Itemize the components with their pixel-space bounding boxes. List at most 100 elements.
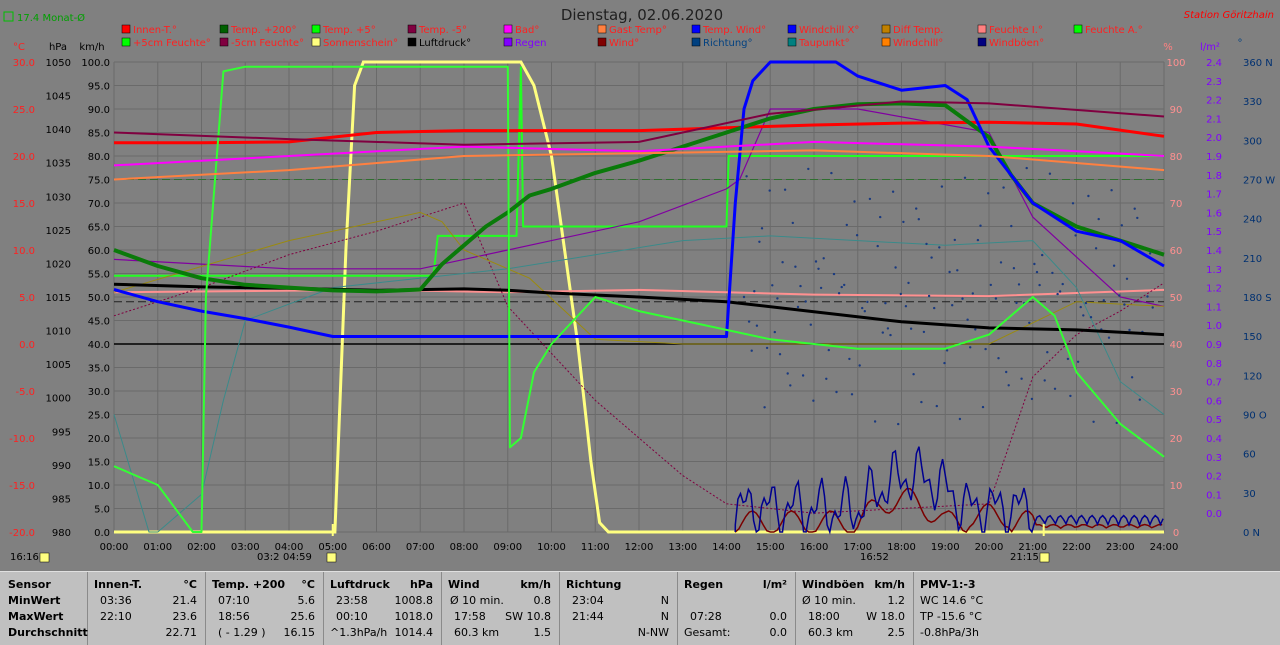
- direction-point: [768, 189, 771, 192]
- stats-boeen-max: W 18.0: [866, 610, 905, 623]
- legend-swatch: [311, 24, 321, 34]
- stats-richtung-avg: N-NW: [637, 626, 669, 639]
- direction-tick: 0 N: [1243, 528, 1260, 539]
- direction-point: [814, 260, 818, 263]
- legend-label: Temp. Wind°: [702, 25, 766, 36]
- direction-tick: 90 O: [1243, 411, 1267, 422]
- rain-tick: 1.1: [1206, 302, 1222, 313]
- direction-point: [917, 218, 920, 221]
- legend-swatch: [121, 24, 131, 34]
- legend-swatch: [597, 24, 607, 34]
- wind-tick: 50.0: [88, 293, 110, 304]
- stats-regen-total-label: Gesamt:: [684, 626, 731, 639]
- legend-label: Windchill°: [893, 38, 943, 49]
- direction-point: [837, 292, 841, 295]
- legend-swatch: [219, 37, 229, 47]
- pressure-tick: 990: [52, 461, 71, 472]
- stats-pmv-wc: WC 14.6 °C: [920, 594, 984, 607]
- direction-point: [747, 320, 751, 323]
- legend-swatch: [787, 24, 797, 34]
- rain-tick: 0.8: [1206, 359, 1222, 370]
- stats-regen-total: 0.0: [769, 626, 788, 639]
- sun-icon: [326, 552, 337, 563]
- stats-temp-avg-note: ( - 1.29 ): [218, 626, 266, 639]
- direction-point: [1097, 217, 1100, 221]
- humidity-tick: 90: [1170, 105, 1183, 116]
- rain-tick: 2.3: [1206, 77, 1222, 88]
- direction-point: [922, 330, 926, 334]
- stats-innen-avg: 22.71: [165, 626, 198, 639]
- direction-point: [927, 294, 931, 298]
- direction-point: [999, 261, 1003, 264]
- direction-tick: 330: [1243, 97, 1262, 108]
- stats-temp-min-time: 07:10: [218, 594, 250, 607]
- humidity-tick: 80: [1170, 152, 1183, 163]
- humidity-tick: 40: [1170, 340, 1183, 351]
- direction-point: [1138, 398, 1142, 401]
- legend-swatch: [121, 37, 131, 47]
- direction-point: [760, 227, 764, 230]
- direction-point: [1112, 264, 1116, 267]
- wind-tick: 40.0: [88, 340, 110, 351]
- stats-boeen-header: Windböen: [802, 578, 865, 591]
- direction-point: [789, 384, 792, 387]
- direction-point: [863, 310, 866, 313]
- direction-point: [1025, 166, 1028, 170]
- direction-point: [753, 290, 756, 293]
- direction-point: [881, 331, 884, 334]
- pressure-tick: 1035: [46, 159, 71, 170]
- humidity-tick: 100: [1166, 58, 1185, 69]
- rain-tick: 1.3: [1206, 265, 1222, 276]
- rain-tick: 0.2: [1206, 472, 1222, 483]
- stats-pmv-col: PMV-1:-3 WC 14.6 °C TP -15.6 °C -0.8hPa/…: [914, 572, 1280, 645]
- pressure-tick: 1025: [46, 226, 71, 237]
- stats-wind-header: Wind: [448, 578, 480, 591]
- direction-point: [848, 357, 851, 361]
- direction-tick: 270 W: [1243, 176, 1275, 187]
- direction-point: [981, 405, 985, 409]
- direction-point: [1020, 377, 1023, 380]
- stats-wind-min-note: Ø 10 min.: [450, 594, 504, 607]
- rain-tick: 1.7: [1206, 190, 1222, 201]
- direction-point: [1089, 316, 1093, 319]
- direction-point: [984, 347, 987, 351]
- direction-point: [987, 192, 990, 195]
- stats-richtung-min: N: [660, 594, 669, 607]
- direction-point: [809, 323, 812, 326]
- direction-point: [1107, 336, 1111, 339]
- legend-swatch: [503, 37, 513, 47]
- wind-tick: 80.0: [88, 152, 110, 163]
- wind-tick: 75.0: [88, 176, 110, 187]
- time-tick: 09:00: [493, 542, 522, 553]
- direction-point: [894, 266, 897, 269]
- direction-point: [832, 272, 836, 276]
- direction-point: [807, 167, 810, 171]
- legend-swatch: [1073, 24, 1083, 34]
- stats-temp-unit: °C: [301, 578, 315, 591]
- temp-tick: -10.0: [9, 434, 35, 445]
- pressure-tick: 1045: [46, 92, 71, 103]
- direction-point: [1136, 216, 1139, 220]
- rain-tick: 0.5: [1206, 415, 1222, 426]
- direction-point: [776, 297, 779, 300]
- direction-point: [873, 420, 877, 423]
- direction-tick: 60: [1243, 450, 1256, 461]
- direction-point: [897, 422, 900, 426]
- rain-tick: 1.2: [1206, 284, 1222, 295]
- direction-point: [948, 270, 951, 274]
- direction-point: [951, 304, 954, 307]
- direction-point: [781, 261, 784, 264]
- direction-point: [750, 349, 753, 352]
- direction-point: [861, 306, 864, 310]
- rain-tick: 2.4: [1206, 58, 1222, 69]
- rain-tick: 1.5: [1206, 227, 1222, 238]
- month-avg-label: 17.4 Monat-Ø: [17, 12, 85, 24]
- direction-tick: 360 N: [1243, 58, 1273, 69]
- stats-regen-max-time: 07:28: [690, 610, 722, 623]
- stats-richtung-col: Richtung 23:04 N 21:44 N N-NW: [560, 572, 678, 645]
- sun-time-label: 16:52: [860, 552, 889, 563]
- direction-point: [1033, 262, 1036, 266]
- stats-row-label: MinWert: [8, 594, 61, 607]
- direction-point: [765, 346, 769, 350]
- legend-label: Temp. +200°: [230, 25, 296, 36]
